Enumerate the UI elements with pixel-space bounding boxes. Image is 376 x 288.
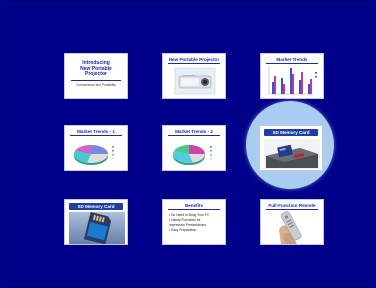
slide-sorter-screen: Introducing New Portable Projector Conve… [0,0,376,288]
bar-chart-image [268,66,317,95]
slide-title: Introducing New Portable Projector [80,60,112,78]
bullet-item: • Easy Preparation [169,228,197,232]
pie-chart-image [172,145,212,165]
slide-thumbnail-3[interactable]: Market Trends [260,53,324,99]
bullet-list: • No Need to Bring Your PC • Handy Funct… [169,213,209,233]
slide-thumbnail-1[interactable]: Introducing New Portable Projector Conve… [64,53,128,99]
slide-thumbnail-7[interactable]: SD Memory Card [64,199,128,245]
pie-chart-image [73,145,114,165]
slide-thumbnail-8[interactable]: Benefits • No Need to Bring Your PC • Ha… [162,199,226,245]
slide-thumbnail-9[interactable]: Full-Function Remote [260,199,324,245]
sd-card-slot-image [264,139,320,169]
slide-thumbnail-6[interactable]: SD Memory Card [259,125,323,171]
projector-image [174,67,216,95]
slide-thumbnail-2[interactable]: New Portable Projector [162,53,226,99]
slide-thumbnail-4[interactable]: Market Trends - 1 [64,125,128,171]
remote-control-image [279,211,302,244]
slide-title: Benefits [168,203,220,211]
slide-subtitle: Convenience and Portability [76,83,116,87]
sd-card-image [69,211,125,244]
title-divider [71,80,121,81]
slide-thumbnail-5[interactable]: Market Trends - 2 [162,125,226,171]
